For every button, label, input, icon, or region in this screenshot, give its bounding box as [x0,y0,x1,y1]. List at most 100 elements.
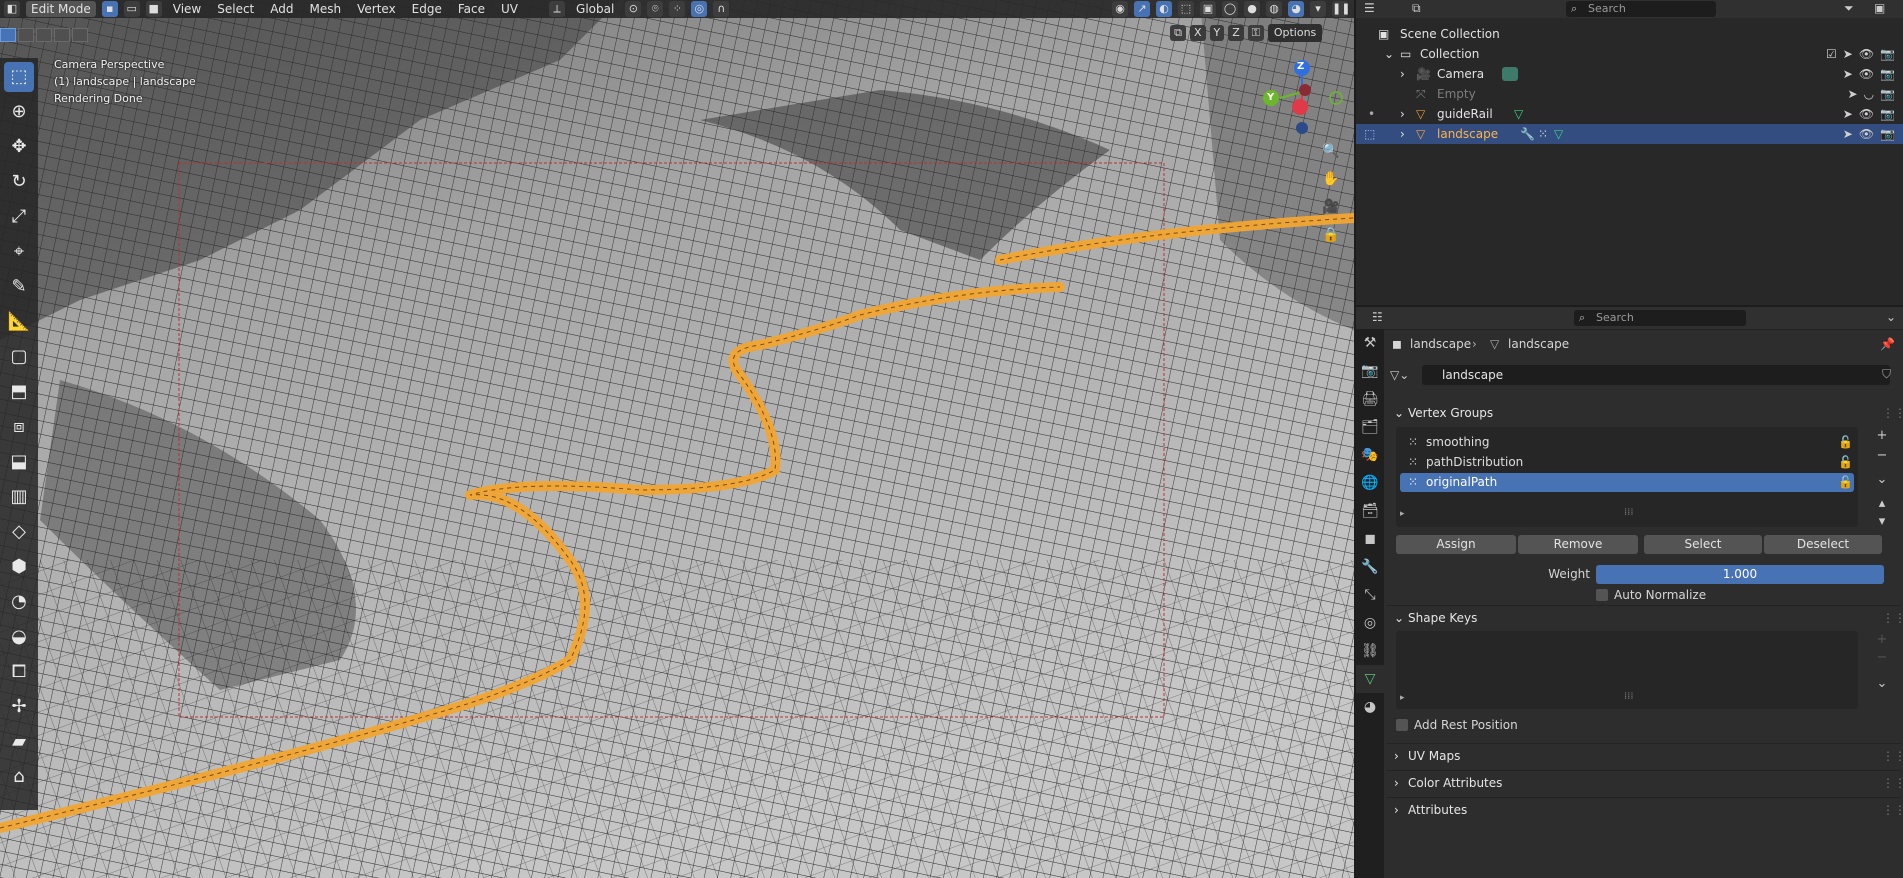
gizmo-y-label[interactable]: Y [1267,92,1274,103]
overlay-toggle-icon[interactable]: ◐ [1156,1,1172,17]
vertex-select-icon[interactable]: ▪ [101,1,118,17]
output-tab-icon[interactable]: 🖨 [1356,385,1384,413]
outliner-row-camera[interactable]: › 🎥 Camera ➤ 👁 📷 [1356,64,1903,84]
drag-handle-icon[interactable]: ⋮⋮ [1882,798,1903,822]
edit-mode-icon[interactable]: ⬚ [1364,124,1375,144]
assign-button[interactable]: Assign [1396,535,1516,554]
modifier-wrench-icon[interactable]: 🔧 [1520,124,1535,144]
extrude-tool-icon[interactable]: ⬒ [4,377,34,407]
rotate-tool-icon[interactable]: ↻ [4,167,34,197]
measure-tool-icon[interactable]: 📐 [4,307,34,337]
properties-editor-icon[interactable]: ☷ [1372,310,1383,324]
edge-slide-tool-icon[interactable]: ⧠ [4,657,34,687]
selectable-icon[interactable]: ➤ [1848,84,1858,104]
material-tab-icon[interactable]: ◕ [1356,693,1384,721]
weight-slider[interactable]: 1.000 [1596,565,1884,584]
face-select-icon[interactable]: ■ [145,1,162,17]
edge-select-icon[interactable]: ▭ [123,1,140,17]
snap-icon[interactable]: ⌾ [647,1,664,17]
pin-icon[interactable]: 📌 [1880,329,1895,359]
display-mode-icon[interactable]: ⧉ [1412,1,1421,16]
bevel-tool-icon[interactable]: ⬓ [4,447,34,477]
mesh-data-tab-icon[interactable]: ▽ [1356,665,1384,693]
render-camera-icon[interactable]: 📷 [1880,64,1895,84]
filter-options-icon[interactable]: ▸ [1400,509,1405,519]
list-item[interactable]: ⁙ pathDistribution 🔓 [1400,453,1854,472]
transform-orientation-icon[interactable]: ⟂ [549,1,566,17]
lock-open-icon[interactable]: 🔓 [1838,433,1853,452]
eye-icon[interactable]: 👁 [1859,124,1874,144]
pan-hand-icon[interactable]: ✋ [1320,168,1342,190]
render-camera-icon[interactable]: 📷 [1880,104,1895,124]
menu-vertex[interactable]: Vertex [352,1,401,17]
drag-handle-icon[interactable]: ⋮⋮ [1882,606,1903,630]
remove-button[interactable]: Remove [1518,535,1638,554]
render-camera-icon[interactable]: 📷 [1880,124,1895,144]
loop-cut-tool-icon[interactable]: ▥ [4,482,34,512]
selectable-icon[interactable]: ➤ [1843,44,1853,64]
shading-rendered-icon[interactable]: ◕ [1288,1,1304,17]
camera-data-icon[interactable] [1502,67,1518,81]
menu-uv[interactable]: UV [496,1,523,17]
add-cube-tool-icon[interactable]: ▢ [4,342,34,372]
falloff-icon[interactable]: ∩ [713,1,730,17]
menu-edge[interactable]: Edge [407,1,447,17]
deselect-button[interactable]: Deselect [1764,535,1882,554]
outliner-row-scene-collection[interactable]: ▣ Scene Collection [1356,24,1903,44]
fake-user-shield-icon[interactable]: ⛉ [1882,367,1891,382]
shading-wire-icon[interactable]: ◯ [1222,1,1238,17]
auto-normalize-checkbox[interactable] [1596,589,1608,601]
mirror-icon[interactable]: ⧉ [1170,25,1186,41]
remove-vertex-group-button[interactable]: − [1872,447,1892,465]
chevron-right-icon[interactable]: › [1400,124,1405,144]
eye-icon[interactable]: 👁 [1859,104,1874,124]
constraints-tab-icon[interactable]: ⛓ [1356,637,1384,665]
menu-add[interactable]: Add [265,1,298,17]
eye-closed-icon[interactable]: ◡ [1864,84,1874,104]
drag-handle-icon[interactable]: ⋮⋮ [1882,401,1903,425]
add-vertex-group-button[interactable]: + [1872,427,1892,445]
vertex-group-list[interactable]: ⁙ smoothing 🔓 ⁙ pathDistribution 🔓 ⁙ ori… [1396,427,1858,527]
render-camera-icon[interactable]: 📷 [1880,84,1895,104]
exclude-checkbox-icon[interactable]: ☑ [1826,44,1837,64]
chevron-down-icon[interactable]: ⌄ [1886,310,1896,324]
select-extend-icon[interactable] [18,28,34,42]
camera-view-icon[interactable]: 🎥 [1320,196,1342,218]
outliner-search[interactable]: ⌕ Search [1566,1,1716,17]
rip-tool-icon[interactable]: ⌂ [4,762,34,792]
scene-tab-icon[interactable]: 🎭 [1356,441,1384,469]
gizmo-toggle-icon[interactable]: ↗ [1134,1,1150,17]
shading-solid-icon[interactable]: ● [1244,1,1260,17]
attributes-panel-header[interactable]: › Attributes ⋮⋮ [1386,797,1903,822]
color-attributes-panel-header[interactable]: › Color Attributes ⋮⋮ [1386,770,1903,795]
outliner-row-guiderail[interactable]: • › ▽ guideRail ▽ ➤ 👁 📷 [1356,104,1903,124]
lock-open-icon[interactable]: 🔓 [1838,473,1853,492]
drag-handle-icon[interactable]: ⋮⋮ [1882,744,1903,768]
shrink-fatten-tool-icon[interactable]: ✢ [4,692,34,722]
menu-mesh[interactable]: Mesh [305,1,347,17]
smooth-tool-icon[interactable]: ◒ [4,622,34,652]
chevron-right-icon[interactable]: › [1400,64,1405,84]
mirror-y[interactable]: Y [1209,25,1225,41]
list-item[interactable]: ⁙ smoothing 🔓 [1400,433,1854,452]
outliner-row-collection[interactable]: ⌄ ▭ Collection ☑ ➤ 👁 📷 [1356,44,1903,64]
outliner-row-landscape[interactable]: ⬚ › ▽ landscape 🔧 ⁙ ▽ ➤ 👁 📷 [1356,124,1903,144]
editor-type-icon[interactable]: ◧ [4,1,20,17]
cursor-tool-icon[interactable]: ⊕ [4,97,34,127]
render-camera-icon[interactable]: 📷 [1880,44,1895,64]
select-box-tool-icon[interactable]: ⬚ [4,62,34,92]
shape-keys-panel-header[interactable]: ⌄ Shape Keys ⋮⋮ [1386,605,1903,630]
mesh-overlay-icon[interactable]: ⬚ [1178,1,1194,17]
list-resize-handle-icon[interactable]: ⁞⁞⁞ [1624,691,1634,702]
render-tab-icon[interactable]: 📷 [1356,357,1384,385]
new-collection-icon[interactable]: ▣ [1874,1,1885,15]
select-subtract-icon[interactable] [36,28,52,42]
drag-handle-icon[interactable]: ⋮⋮ [1882,771,1903,795]
specials-menu-icon[interactable]: ⌄ [1872,471,1892,489]
terrain-mesh-render[interactable] [0,0,1354,878]
select-button[interactable]: Select [1644,535,1762,554]
uv-maps-panel-header[interactable]: › UV Maps ⋮⋮ [1386,743,1903,768]
select-new-icon[interactable] [0,28,16,42]
inset-tool-icon[interactable]: ⧈ [4,412,34,442]
mesh-browse-icon[interactable]: ▽⌄ [1390,365,1420,385]
